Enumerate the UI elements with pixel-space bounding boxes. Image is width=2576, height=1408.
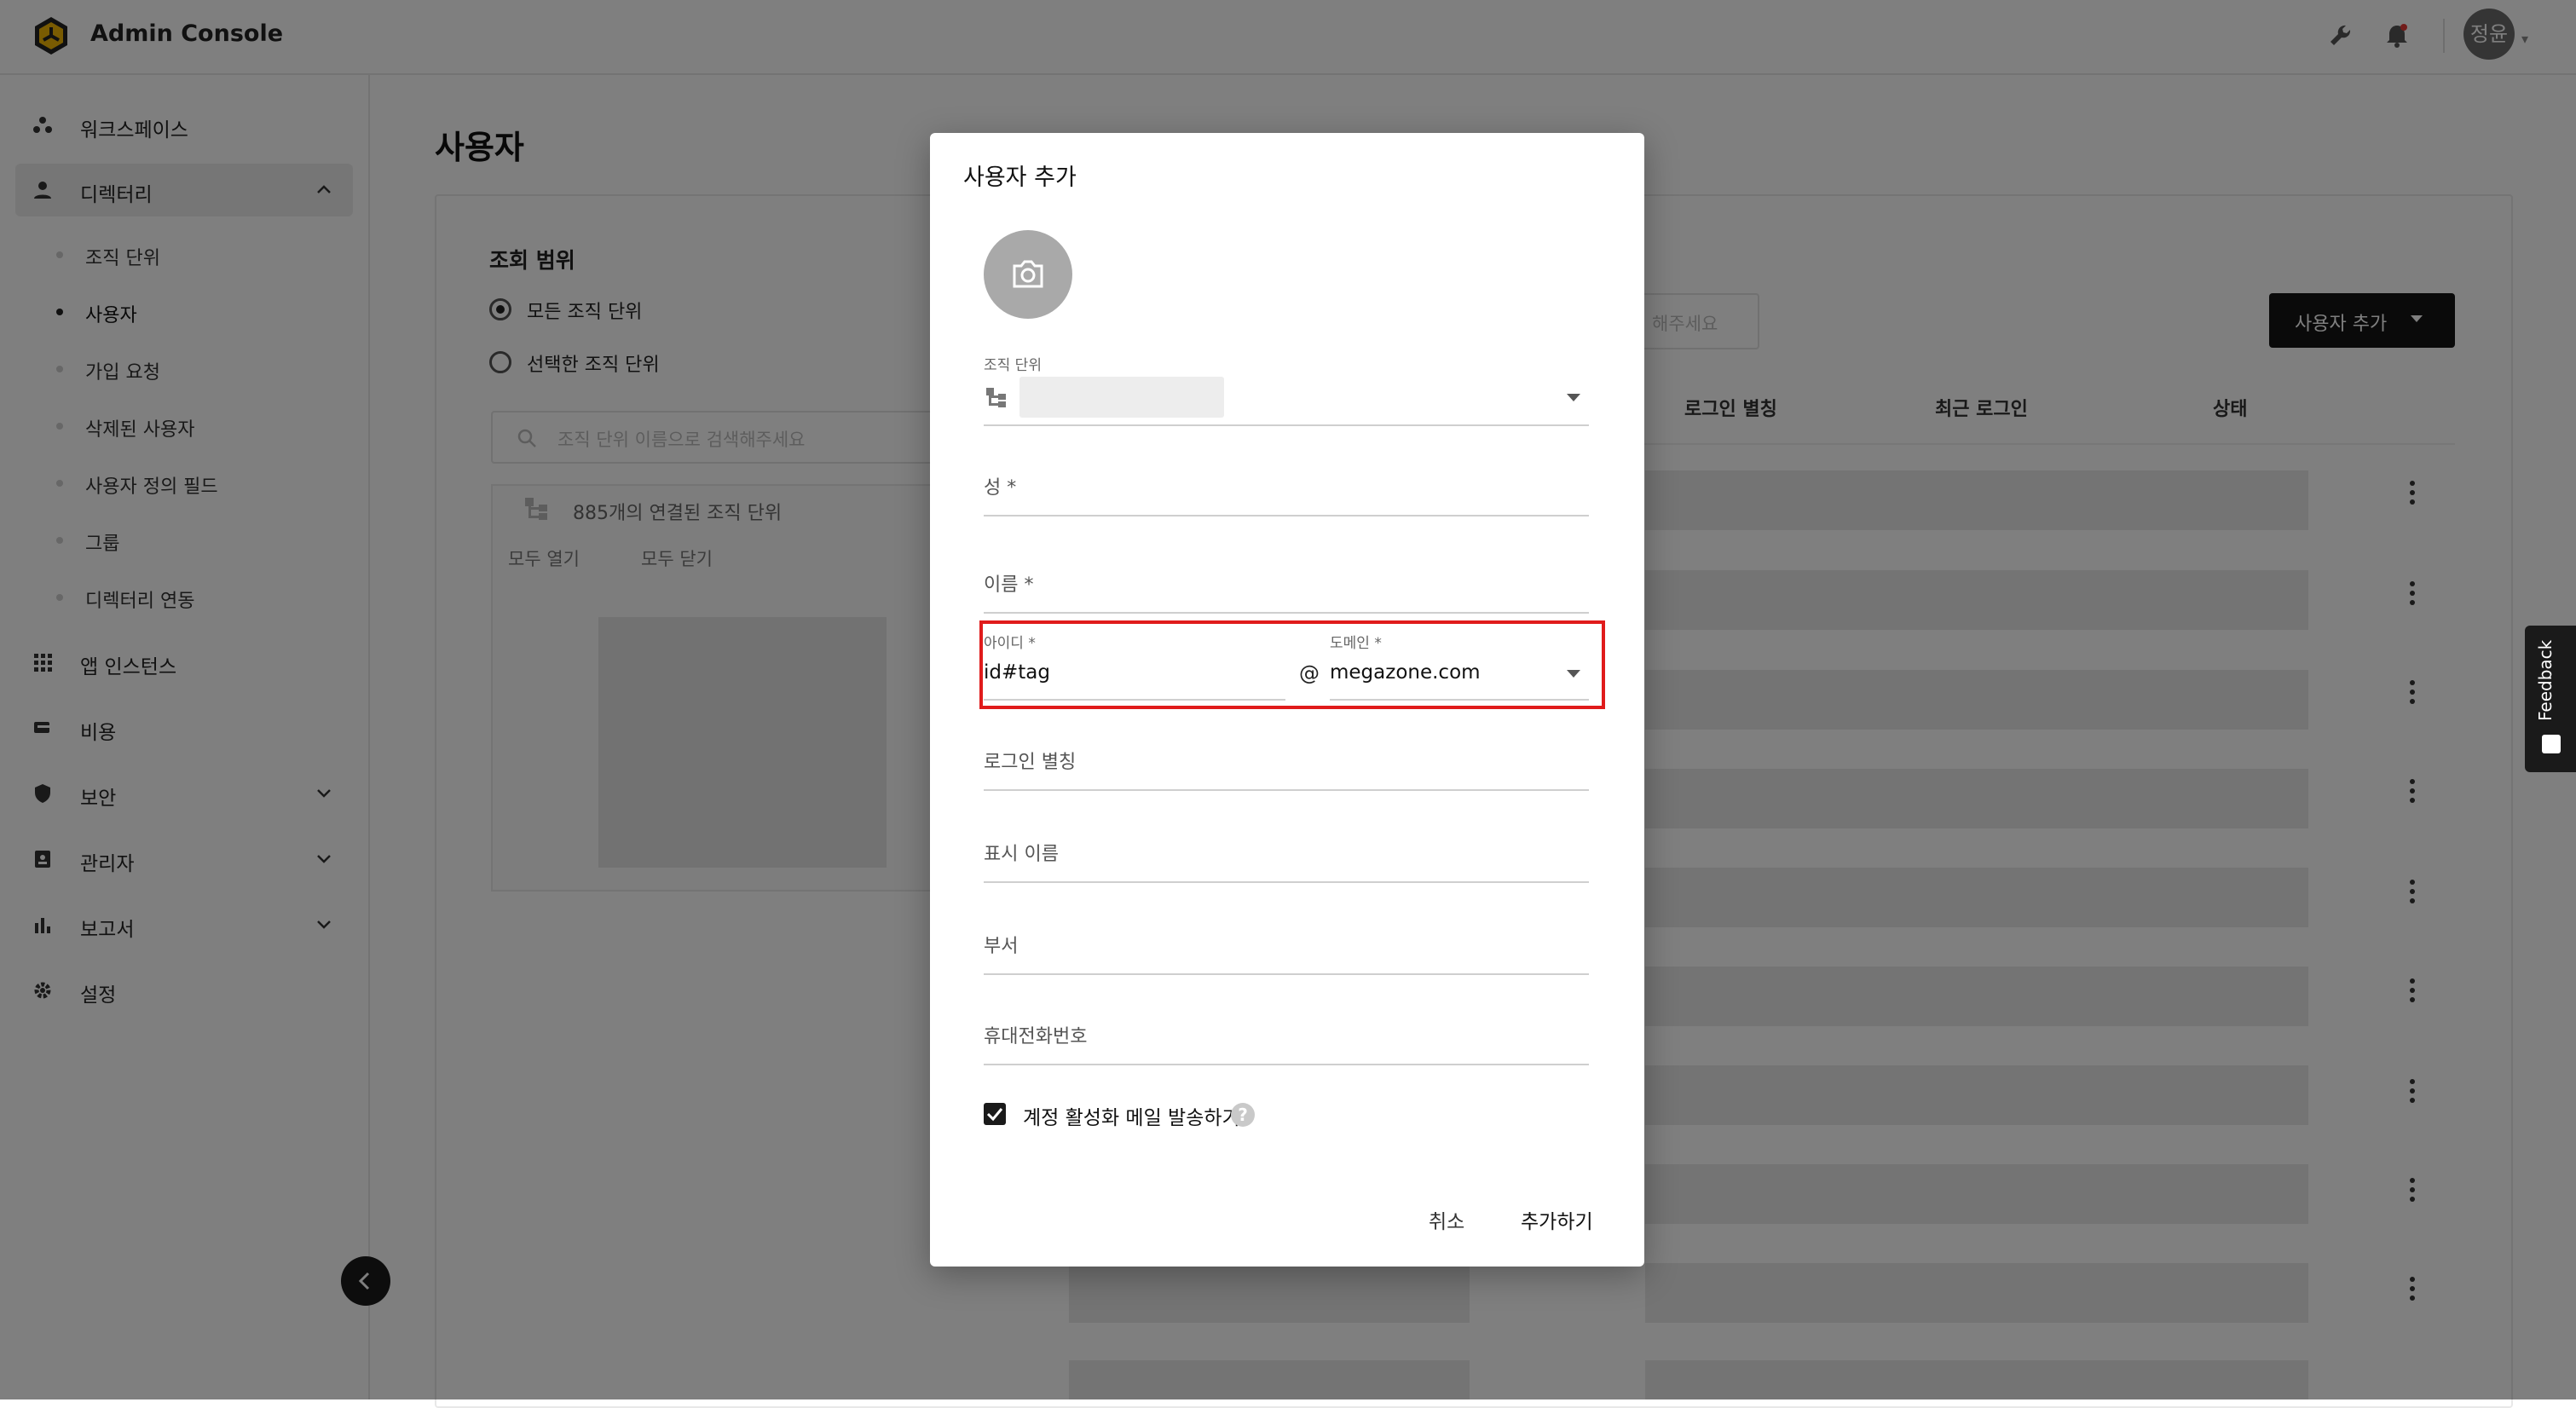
display-name-field[interactable]: 표시 이름 — [984, 839, 1059, 866]
camera-icon — [1013, 260, 1043, 288]
dialog-title: 사용자 추가 — [963, 164, 1077, 191]
field-underline — [984, 515, 1589, 516]
highlight-box — [979, 620, 1605, 709]
field-underline — [984, 1064, 1589, 1065]
add-button[interactable]: 추가하기 — [1521, 1205, 1593, 1234]
check-icon — [986, 1108, 1003, 1122]
org-unit-select[interactable] — [1019, 377, 1224, 418]
field-underline — [984, 881, 1589, 883]
at-sign: @ — [1299, 661, 1320, 685]
department-field[interactable]: 부서 — [984, 931, 1018, 958]
feedback-label: Feedback — [2535, 639, 2556, 721]
help-icon[interactable]: ? — [1231, 1103, 1255, 1127]
id-label: 아이디 * — [984, 635, 1036, 652]
field-underline — [984, 699, 1285, 701]
org-unit-label: 조직 단위 — [984, 357, 1042, 374]
profile-photo-upload[interactable] — [984, 230, 1072, 319]
field-underline — [984, 973, 1589, 975]
login-alias-field[interactable]: 로그인 별칭 — [984, 747, 1076, 774]
dropdown-caret-icon[interactable] — [1567, 670, 1580, 678]
org-tree-icon — [986, 388, 1006, 407]
first-name-field[interactable]: 이름 * — [984, 569, 1033, 597]
send-activation-label[interactable]: 계정 활성화 메일 발송하기 — [1023, 1101, 1240, 1130]
field-underline — [984, 424, 1589, 426]
id-input[interactable]: id#tag — [984, 661, 1050, 684]
last-name-field[interactable]: 성 * — [984, 472, 1016, 499]
domain-select[interactable]: megazone.com — [1330, 661, 1481, 684]
feedback-tab[interactable]: Feedback — [2525, 626, 2576, 772]
mobile-phone-field[interactable]: 휴대전화번호 — [984, 1021, 1087, 1048]
field-underline — [984, 789, 1589, 791]
domain-label: 도메인 * — [1330, 635, 1382, 652]
field-underline — [1330, 699, 1589, 701]
cancel-button[interactable]: 취소 — [1429, 1205, 1464, 1234]
field-underline — [984, 612, 1589, 614]
dropdown-caret-icon[interactable] — [1567, 394, 1580, 401]
send-activation-checkbox[interactable] — [984, 1103, 1006, 1125]
feedback-icon — [2542, 735, 2561, 753]
